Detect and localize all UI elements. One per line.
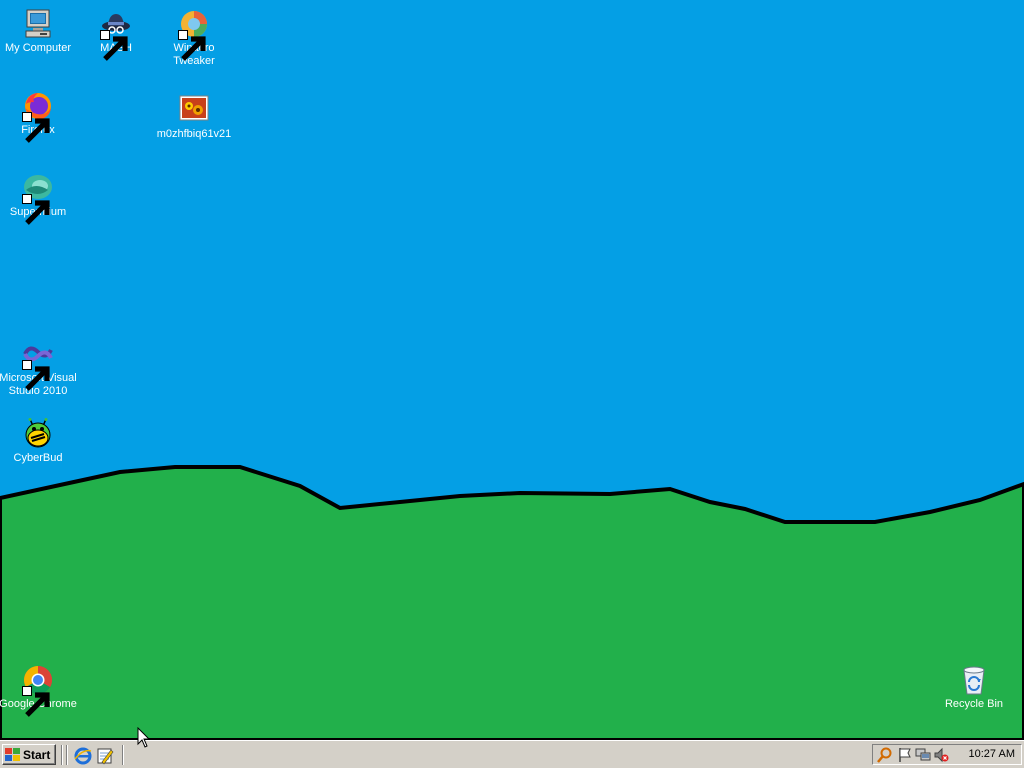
desktop-icon-my-computer[interactable]: My Computer: [0, 8, 77, 55]
flag-icon[interactable]: [897, 747, 913, 763]
shortcut-arrow-icon: [22, 112, 50, 143]
visual-studio-icon: [22, 338, 54, 391]
image-file-icon: [178, 94, 210, 126]
network-icon[interactable]: [915, 747, 931, 763]
shortcut-arrow-icon: [178, 30, 206, 61]
desktop-icon-visual-studio[interactable]: Microsoft Visual Studio 2010: [0, 338, 77, 398]
shortcut-arrow-icon: [22, 194, 50, 225]
taskbar-separator: [61, 745, 63, 765]
desktop-icon-label: Recycle Bin: [944, 698, 1004, 710]
taskbar: Start 10:27 AM: [0, 740, 1024, 768]
cyberbud-icon: [22, 418, 54, 450]
desktop-icon-recycle-bin[interactable]: Recycle Bin: [935, 664, 1013, 711]
shortcut-arrow-icon: [22, 686, 50, 717]
search-icon[interactable]: [877, 747, 893, 763]
desktop-icon-label: My Computer: [4, 42, 72, 54]
chrome-icon: [22, 664, 54, 717]
shortcut-arrow-icon: [22, 360, 50, 391]
wallpaper: [0, 0, 1024, 740]
desktop-icon-cyberbud[interactable]: CyberBud: [0, 418, 77, 465]
desktop-icon-supermium[interactable]: Supermium: [0, 172, 77, 225]
start-label: Start: [23, 747, 51, 762]
notepad-icon[interactable]: [96, 747, 114, 765]
firefox-icon: [22, 90, 54, 143]
desktop-icon-label: m0zhfbiq61v21: [156, 128, 232, 140]
supermium-icon: [22, 172, 54, 225]
desktop-icon-google-chrome[interactable]: Google Chrome: [0, 664, 77, 717]
desktop[interactable]: My Computer MASH Winaero Tweaker Firefox…: [0, 0, 1024, 740]
desktop-icon-image-file[interactable]: m0zhfbiq61v21: [155, 94, 233, 141]
start-button[interactable]: Start: [2, 744, 56, 765]
taskbar-separator: [122, 745, 124, 765]
desktop-icon-firefox[interactable]: Firefox: [0, 90, 77, 143]
windows-logo-icon: [5, 747, 20, 761]
desktop-icon-label: CyberBud: [13, 452, 63, 464]
computer-icon: [22, 8, 54, 40]
desktop-icon-mash[interactable]: MASH: [77, 8, 155, 61]
recycle-bin-icon: [958, 664, 990, 696]
desktop-icon-winaero-tweaker[interactable]: Winaero Tweaker: [155, 8, 233, 68]
taskbar-separator: [66, 745, 68, 765]
system-tray: 10:27 AM: [872, 744, 1022, 765]
clock[interactable]: 10:27 AM: [969, 748, 1015, 760]
shortcut-arrow-icon: [100, 30, 128, 61]
internet-explorer-icon[interactable]: [74, 747, 92, 765]
volume-muted-icon[interactable]: [933, 747, 949, 763]
spy-hat-icon: [100, 8, 132, 61]
winaero-tweaker-icon: [178, 8, 210, 61]
